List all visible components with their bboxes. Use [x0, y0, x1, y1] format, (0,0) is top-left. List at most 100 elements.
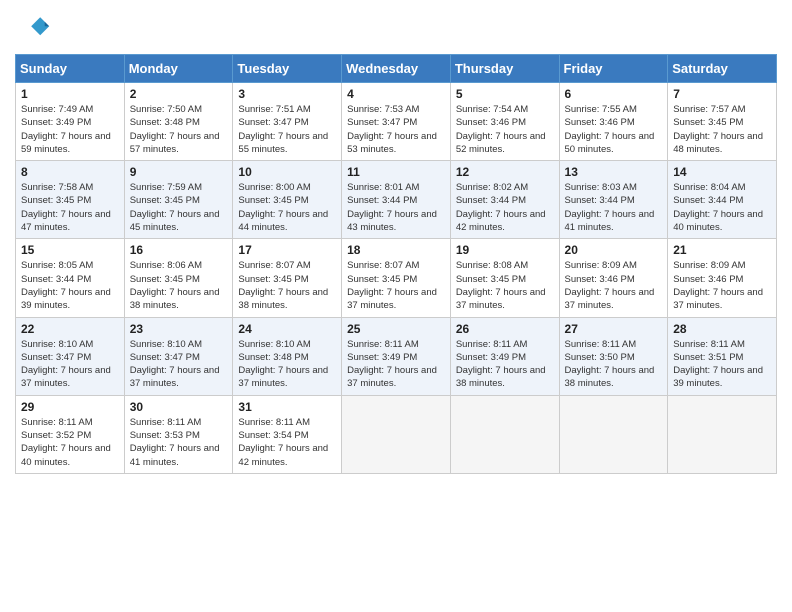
- day-info: Sunrise: 8:11 AM Sunset: 3:50 PM Dayligh…: [565, 338, 663, 391]
- day-number: 10: [238, 165, 336, 179]
- day-info: Sunrise: 8:08 AM Sunset: 3:45 PM Dayligh…: [456, 259, 554, 312]
- day-number: 27: [565, 322, 663, 336]
- daylight-label: Daylight: 7 hours and 39 minutes.: [21, 287, 111, 311]
- daylight-label: Daylight: 7 hours and 41 minutes.: [130, 443, 220, 467]
- calendar-cell: [450, 395, 559, 473]
- day-info: Sunrise: 8:07 AM Sunset: 3:45 PM Dayligh…: [347, 259, 445, 312]
- day-number: 9: [130, 165, 228, 179]
- daylight-label: Daylight: 7 hours and 37 minutes.: [673, 287, 763, 311]
- calendar-cell: 28 Sunrise: 8:11 AM Sunset: 3:51 PM Dayl…: [668, 317, 777, 395]
- day-info: Sunrise: 8:09 AM Sunset: 3:46 PM Dayligh…: [673, 259, 771, 312]
- daylight-label: Daylight: 7 hours and 39 minutes.: [673, 365, 763, 389]
- sunset-label: Sunset: 3:48 PM: [238, 352, 308, 363]
- sunset-label: Sunset: 3:47 PM: [21, 352, 91, 363]
- sunset-label: Sunset: 3:45 PM: [21, 195, 91, 206]
- day-info: Sunrise: 8:11 AM Sunset: 3:54 PM Dayligh…: [238, 416, 336, 469]
- sunset-label: Sunset: 3:45 PM: [238, 195, 308, 206]
- day-number: 13: [565, 165, 663, 179]
- day-number: 30: [130, 400, 228, 414]
- logo: [15, 10, 55, 46]
- day-info: Sunrise: 8:05 AM Sunset: 3:44 PM Dayligh…: [21, 259, 119, 312]
- sunrise-label: Sunrise: 8:09 AM: [565, 260, 637, 271]
- day-info: Sunrise: 8:02 AM Sunset: 3:44 PM Dayligh…: [456, 181, 554, 234]
- week-row-2: 8 Sunrise: 7:58 AM Sunset: 3:45 PM Dayli…: [16, 161, 777, 239]
- sunrise-label: Sunrise: 7:50 AM: [130, 104, 202, 115]
- sunrise-label: Sunrise: 7:55 AM: [565, 104, 637, 115]
- day-number: 15: [21, 243, 119, 257]
- calendar-cell: 14 Sunrise: 8:04 AM Sunset: 3:44 PM Dayl…: [668, 161, 777, 239]
- day-info: Sunrise: 8:03 AM Sunset: 3:44 PM Dayligh…: [565, 181, 663, 234]
- day-number: 6: [565, 87, 663, 101]
- day-number: 28: [673, 322, 771, 336]
- daylight-label: Daylight: 7 hours and 37 minutes.: [238, 365, 328, 389]
- sunset-label: Sunset: 3:49 PM: [456, 352, 526, 363]
- day-info: Sunrise: 7:57 AM Sunset: 3:45 PM Dayligh…: [673, 103, 771, 156]
- calendar-cell: [342, 395, 451, 473]
- sunrise-label: Sunrise: 7:49 AM: [21, 104, 93, 115]
- day-header-wednesday: Wednesday: [342, 55, 451, 83]
- sunset-label: Sunset: 3:45 PM: [130, 274, 200, 285]
- sunset-label: Sunset: 3:45 PM: [238, 274, 308, 285]
- sunset-label: Sunset: 3:44 PM: [565, 195, 635, 206]
- day-info: Sunrise: 8:00 AM Sunset: 3:45 PM Dayligh…: [238, 181, 336, 234]
- day-number: 20: [565, 243, 663, 257]
- sunrise-label: Sunrise: 8:11 AM: [21, 417, 93, 428]
- day-number: 14: [673, 165, 771, 179]
- day-info: Sunrise: 7:55 AM Sunset: 3:46 PM Dayligh…: [565, 103, 663, 156]
- week-row-3: 15 Sunrise: 8:05 AM Sunset: 3:44 PM Dayl…: [16, 239, 777, 317]
- calendar-cell: 26 Sunrise: 8:11 AM Sunset: 3:49 PM Dayl…: [450, 317, 559, 395]
- daylight-label: Daylight: 7 hours and 44 minutes.: [238, 209, 328, 233]
- daylight-label: Daylight: 7 hours and 37 minutes.: [21, 365, 111, 389]
- sunset-label: Sunset: 3:44 PM: [673, 195, 743, 206]
- sunrise-label: Sunrise: 8:11 AM: [673, 339, 745, 350]
- day-number: 2: [130, 87, 228, 101]
- sunrise-label: Sunrise: 7:51 AM: [238, 104, 310, 115]
- sunrise-label: Sunrise: 8:05 AM: [21, 260, 93, 271]
- day-number: 18: [347, 243, 445, 257]
- calendar-cell: 29 Sunrise: 8:11 AM Sunset: 3:52 PM Dayl…: [16, 395, 125, 473]
- sunset-label: Sunset: 3:51 PM: [673, 352, 743, 363]
- day-info: Sunrise: 7:50 AM Sunset: 3:48 PM Dayligh…: [130, 103, 228, 156]
- day-info: Sunrise: 8:11 AM Sunset: 3:52 PM Dayligh…: [21, 416, 119, 469]
- daylight-label: Daylight: 7 hours and 55 minutes.: [238, 131, 328, 155]
- sunrise-label: Sunrise: 8:11 AM: [130, 417, 202, 428]
- sunrise-label: Sunrise: 8:02 AM: [456, 182, 528, 193]
- sunrise-label: Sunrise: 7:57 AM: [673, 104, 745, 115]
- calendar-cell: 25 Sunrise: 8:11 AM Sunset: 3:49 PM Dayl…: [342, 317, 451, 395]
- day-number: 1: [21, 87, 119, 101]
- day-info: Sunrise: 8:01 AM Sunset: 3:44 PM Dayligh…: [347, 181, 445, 234]
- day-header-friday: Friday: [559, 55, 668, 83]
- calendar-cell: 7 Sunrise: 7:57 AM Sunset: 3:45 PM Dayli…: [668, 83, 777, 161]
- sunrise-label: Sunrise: 8:07 AM: [238, 260, 310, 271]
- daylight-label: Daylight: 7 hours and 37 minutes.: [565, 287, 655, 311]
- day-number: 16: [130, 243, 228, 257]
- daylight-label: Daylight: 7 hours and 47 minutes.: [21, 209, 111, 233]
- week-row-5: 29 Sunrise: 8:11 AM Sunset: 3:52 PM Dayl…: [16, 395, 777, 473]
- daylight-label: Daylight: 7 hours and 37 minutes.: [347, 287, 437, 311]
- calendar-cell: 13 Sunrise: 8:03 AM Sunset: 3:44 PM Dayl…: [559, 161, 668, 239]
- sunset-label: Sunset: 3:46 PM: [456, 117, 526, 128]
- calendar-cell: 16 Sunrise: 8:06 AM Sunset: 3:45 PM Dayl…: [124, 239, 233, 317]
- sunset-label: Sunset: 3:47 PM: [347, 117, 417, 128]
- calendar-cell: 19 Sunrise: 8:08 AM Sunset: 3:45 PM Dayl…: [450, 239, 559, 317]
- daylight-label: Daylight: 7 hours and 37 minutes.: [130, 365, 220, 389]
- calendar-cell: 24 Sunrise: 8:10 AM Sunset: 3:48 PM Dayl…: [233, 317, 342, 395]
- daylight-label: Daylight: 7 hours and 38 minutes.: [238, 287, 328, 311]
- daylight-label: Daylight: 7 hours and 43 minutes.: [347, 209, 437, 233]
- daylight-label: Daylight: 7 hours and 57 minutes.: [130, 131, 220, 155]
- calendar-cell: 6 Sunrise: 7:55 AM Sunset: 3:46 PM Dayli…: [559, 83, 668, 161]
- sunrise-label: Sunrise: 8:00 AM: [238, 182, 310, 193]
- day-number: 26: [456, 322, 554, 336]
- calendar-cell: 9 Sunrise: 7:59 AM Sunset: 3:45 PM Dayli…: [124, 161, 233, 239]
- day-info: Sunrise: 8:11 AM Sunset: 3:49 PM Dayligh…: [347, 338, 445, 391]
- day-header-monday: Monday: [124, 55, 233, 83]
- day-info: Sunrise: 7:58 AM Sunset: 3:45 PM Dayligh…: [21, 181, 119, 234]
- calendar-header-row: SundayMondayTuesdayWednesdayThursdayFrid…: [16, 55, 777, 83]
- daylight-label: Daylight: 7 hours and 40 minutes.: [673, 209, 763, 233]
- sunset-label: Sunset: 3:46 PM: [565, 117, 635, 128]
- day-info: Sunrise: 7:59 AM Sunset: 3:45 PM Dayligh…: [130, 181, 228, 234]
- day-info: Sunrise: 8:04 AM Sunset: 3:44 PM Dayligh…: [673, 181, 771, 234]
- daylight-label: Daylight: 7 hours and 59 minutes.: [21, 131, 111, 155]
- calendar-cell: [668, 395, 777, 473]
- daylight-label: Daylight: 7 hours and 38 minutes.: [130, 287, 220, 311]
